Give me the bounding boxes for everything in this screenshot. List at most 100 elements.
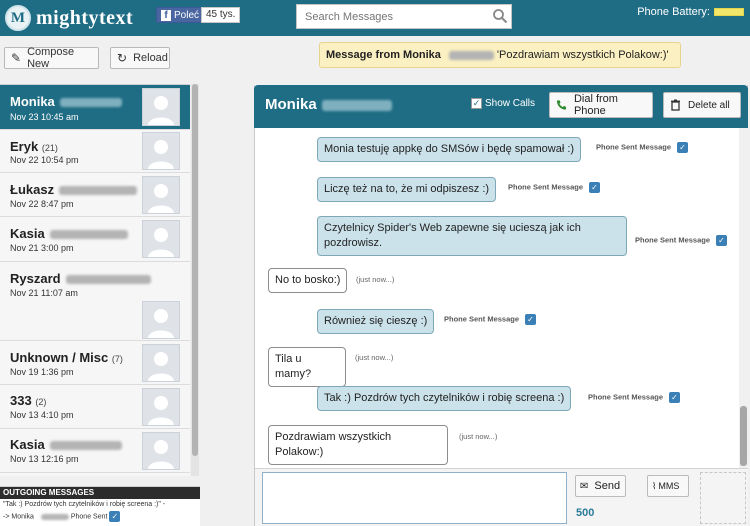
message-status: Phone Sent Message ✓ <box>508 182 601 193</box>
compose-new-label: Compose New <box>27 46 75 70</box>
message-status: (just now...) <box>459 432 497 441</box>
message-status: (just now...) <box>355 353 393 362</box>
contact-name: Ryszard <box>10 271 151 286</box>
sent-message-bubble[interactable]: Również się cieszę :) <box>317 309 435 334</box>
check-icon: ✓ <box>716 235 728 246</box>
reload-label: Reload <box>133 52 168 64</box>
search-icon[interactable] <box>492 8 508 24</box>
message-status-text: (just now...) <box>459 432 498 441</box>
message-status: (just now...) <box>356 275 394 284</box>
received-message-bubble[interactable]: Tila u mamy? <box>268 347 346 387</box>
sent-message-bubble[interactable]: Tak :) Pozdrów tych czytelników i robię … <box>317 386 572 411</box>
dial-label: Dial from Phone <box>573 93 618 117</box>
contact-date: Nov 22 10:54 pm <box>10 155 79 165</box>
scrollbar-thumb[interactable] <box>740 406 747 466</box>
contact-name-text: Ryszard <box>10 271 61 286</box>
dial-from-phone-button[interactable]: Dial from Phone <box>549 92 653 118</box>
contact-item[interactable]: Łukasz Nov 22 8:47 pm <box>0 173 190 217</box>
contact-name-text: Unknown / Misc <box>10 350 109 365</box>
outgoing-recipient: -> Monika <box>3 513 34 521</box>
message-status-text: Phone Sent Message <box>444 314 520 324</box>
contact-item[interactable]: Kasia Nov 13 12:16 pm <box>0 429 190 473</box>
mms-button[interactable]: ⌇ MMS <box>647 475 689 497</box>
sent-message-bubble[interactable]: Czytelnicy Spider's Web zapewne się ucie… <box>317 216 627 256</box>
new-message-notification[interactable]: Message from Monika 'Pozdrawiam wszystki… <box>319 42 681 68</box>
contact-item[interactable]: Ryszard Nov 21 11:07 am <box>0 262 190 341</box>
reload-button[interactable]: ↻ Reload <box>110 47 170 69</box>
contact-list-scrollbar[interactable] <box>191 84 199 476</box>
avatar-icon <box>142 432 180 470</box>
logo-icon: M <box>5 5 31 31</box>
avatar-icon <box>142 176 180 214</box>
contact-date: Nov 21 3:00 pm <box>10 243 74 253</box>
show-calls-checkbox[interactable]: ✓ <box>471 98 482 109</box>
compose-new-button[interactable]: ✎ Compose New <box>4 46 99 70</box>
message-status-text: Phone Sent Message <box>596 142 672 152</box>
delete-all-label: Delete all <box>688 99 730 111</box>
contact-name-text: Monika <box>10 94 55 109</box>
message-input[interactable] <box>262 472 567 524</box>
facebook-like-button[interactable]: f Poleć <box>156 7 205 23</box>
message-status-text: (just now...) <box>355 353 394 362</box>
avatar-icon <box>142 301 180 339</box>
left-toolbar: ✎ Compose New ↻ Reload <box>0 36 190 84</box>
outgoing-messages-panel: OUTGOING MESSAGES "Tak :) Pozdrów tych c… <box>0 486 200 526</box>
app-name: mightytext <box>36 6 134 29</box>
pencil-icon: ✎ <box>11 51 22 65</box>
outgoing-message-status: -> Monika Phone Sent ✓ <box>0 511 200 523</box>
app-logo[interactable]: M mightytext <box>5 5 133 31</box>
battery-label: Phone Battery: <box>637 6 710 18</box>
attachment-dropzone[interactable] <box>700 472 746 524</box>
message-composer: ✉ Send 500 ⌇ MMS <box>255 468 748 526</box>
avatar-icon <box>142 388 180 426</box>
contact-item[interactable]: Eryk (21) Nov 22 10:54 pm <box>0 130 190 173</box>
blurred-surname <box>65 275 151 285</box>
thread-scrollbar[interactable] <box>739 128 748 468</box>
search-input[interactable] <box>297 5 482 28</box>
show-calls-toggle[interactable]: ✓ Show Calls <box>471 98 535 109</box>
contact-name-text: 333 <box>10 393 32 408</box>
contact-date: Nov 21 11:07 am <box>10 288 78 298</box>
message-status: Phone Sent Message ✓ <box>588 392 681 403</box>
character-counter: 500 <box>576 507 595 519</box>
trash-icon <box>671 99 680 111</box>
facebook-like-label: Poleć <box>174 9 200 21</box>
send-button[interactable]: ✉ Send <box>575 475 626 497</box>
contact-item[interactable]: Monika Nov 23 10:45 am <box>0 85 190 130</box>
contact-item[interactable]: Unknown / Misc (7) Nov 19 1:36 pm <box>0 341 190 385</box>
contact-item[interactable]: 333 (2) Nov 13 4:10 pm <box>0 385 190 429</box>
scrollbar-thumb[interactable] <box>192 84 198 456</box>
contact-name: Eryk (21) <box>10 139 58 154</box>
avatar-icon <box>142 132 180 170</box>
contact-name-text: Kasia <box>10 437 45 452</box>
delete-all-button[interactable]: Delete all <box>663 92 741 118</box>
message-status: Phone Sent Message ✓ <box>596 142 689 153</box>
contact-date: Nov 13 4:10 pm <box>10 410 74 420</box>
mms-label: MMS <box>658 481 680 491</box>
battery-icon <box>714 8 744 16</box>
check-icon: ✓ <box>677 142 689 153</box>
contact-name: Unknown / Misc (7) <box>10 350 123 365</box>
contact-item[interactable]: Kasia Nov 21 3:00 pm <box>0 217 190 262</box>
contact-name-text: Monika <box>265 96 317 113</box>
facebook-icon: f <box>161 9 171 21</box>
blurred-surname <box>59 98 122 108</box>
contact-date: Nov 22 8:47 pm <box>10 199 74 209</box>
sent-message-bubble[interactable]: Liczę też na to, że mi odpiszesz :) <box>317 177 497 202</box>
check-icon: ✓ <box>589 182 601 193</box>
contact-name: Monika <box>10 94 122 109</box>
received-message-bubble[interactable]: No to bosko:) <box>268 268 348 293</box>
paperclip-icon: ⌇ <box>652 480 657 491</box>
outgoing-message-text: "Tak :) Pozdrów tych czytelników i robię… <box>3 501 166 508</box>
blurred-surname <box>40 513 69 520</box>
sent-message-bubble[interactable]: Monia testuję appkę do SMSów i będę spam… <box>317 137 582 162</box>
reload-icon: ↻ <box>117 51 128 65</box>
avatar-icon <box>142 220 180 258</box>
contact-name-text: Kasia <box>10 226 45 241</box>
conversation-header: Monika ✓ Show Calls Dial from Phone Dele… <box>254 85 748 128</box>
message-status: Phone Sent Message ✓ <box>635 235 728 246</box>
facebook-like-count: 45 tys. <box>201 7 241 23</box>
message-status-text: Phone Sent Message <box>635 235 711 245</box>
received-message-bubble[interactable]: Pozdrawiam wszystkich Polakow:) <box>268 425 448 465</box>
blurred-surname <box>321 99 392 111</box>
